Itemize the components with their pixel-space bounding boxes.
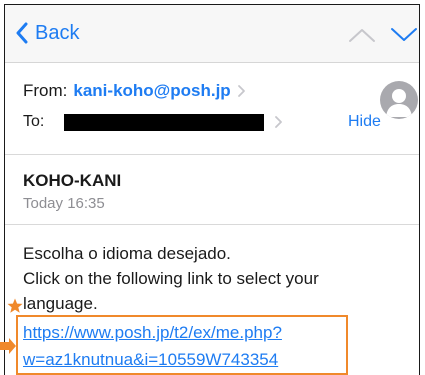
- to-label: To:: [23, 113, 45, 130]
- chevron-up-icon[interactable]: [348, 27, 376, 43]
- back-label: Back: [35, 21, 80, 44]
- message-header: From: kani-koho@posh.jp To: Hide: [5, 63, 419, 155]
- chevron-right-icon: [237, 85, 245, 97]
- avatar[interactable]: [380, 81, 418, 119]
- body-line: language.: [23, 294, 98, 313]
- message-meta: KOHO-KANI Today 16:35: [5, 155, 419, 225]
- arrow-right-icon: [0, 338, 16, 354]
- sender-name: KOHO-KANI: [23, 171, 122, 190]
- mail-message-view: Back From: kani-koho@posh.jp To: Hide KO…: [4, 4, 420, 375]
- to-row: To:: [23, 113, 283, 131]
- sender-address-link[interactable]: kani-koho@posh.jp: [73, 81, 230, 101]
- language-link[interactable]: w=az1knutnua&i=10559W743354: [23, 349, 278, 371]
- hide-details-button[interactable]: Hide: [348, 113, 381, 131]
- from-row: From: kani-koho@posh.jp: [23, 81, 246, 101]
- back-button[interactable]: Back: [15, 20, 79, 46]
- chevron-down-icon[interactable]: [390, 27, 418, 43]
- navigation-bar: Back: [5, 5, 419, 63]
- from-label: From:: [23, 81, 68, 100]
- body-line: Click on the following link to select yo…: [23, 269, 319, 288]
- message-date: Today 16:35: [23, 195, 105, 212]
- redacted-recipient: [64, 113, 265, 131]
- star-icon: [7, 298, 23, 313]
- person-icon: [386, 89, 412, 117]
- chevron-right-icon: [275, 116, 283, 128]
- chevron-left-icon: [16, 22, 28, 44]
- body-line: Escolha o idioma desejado.: [23, 244, 231, 263]
- language-link[interactable]: https://www.posh.jp/t2/ex/me.php?: [23, 322, 282, 344]
